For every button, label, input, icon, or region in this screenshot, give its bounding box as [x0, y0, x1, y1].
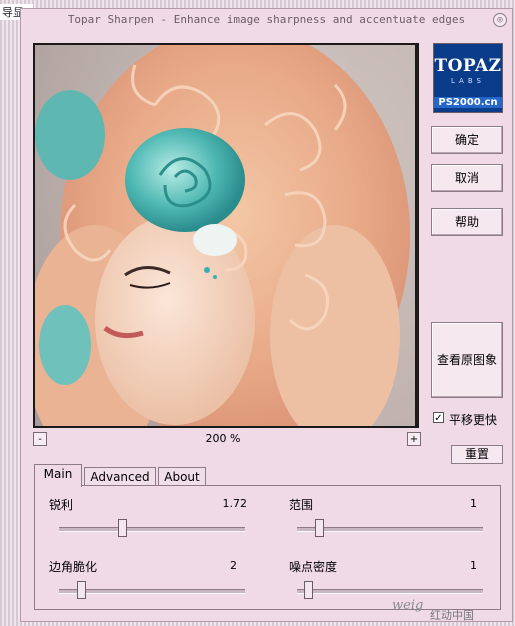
window-title: Topar Sharpen - Enhance image sharpness …: [67, 13, 466, 26]
noise-density-value: 1: [470, 559, 477, 572]
sharpness-slider-thumb[interactable]: [118, 519, 128, 537]
portrait-image-icon: [35, 45, 415, 426]
logo-line2: LABS: [451, 77, 485, 85]
topaz-logo: TOPAZ LABS PS2000.cn: [433, 43, 503, 113]
main-tab-panel: 锐利 1.72 范围 1 边角脆化 2 噪点密度 1: [34, 485, 501, 610]
help-button[interactable]: 帮助: [431, 208, 503, 236]
noise-density-slider-thumb[interactable]: [304, 581, 314, 599]
reset-button[interactable]: 重置: [451, 445, 503, 464]
watermark-text: weig: [392, 598, 424, 613]
edge-brittle-slider[interactable]: [59, 589, 245, 594]
logo-line3: PS2000.cn: [434, 97, 502, 108]
edge-brittle-slider-thumb[interactable]: [77, 581, 87, 599]
logo-line1: TOPAZ: [434, 56, 502, 76]
cancel-button[interactable]: 取消: [431, 164, 503, 192]
title-bar[interactable]: Topar Sharpen - Enhance image sharpness …: [21, 9, 512, 31]
radius-slider[interactable]: [297, 527, 483, 532]
noise-density-label: 噪点密度: [289, 560, 338, 574]
zoom-in-button[interactable]: +: [407, 432, 421, 446]
view-original-button[interactable]: 查看原图象: [431, 322, 503, 398]
radius-label: 范围: [289, 498, 314, 512]
close-button[interactable]: ◎: [493, 13, 507, 27]
ok-button[interactable]: 确定: [431, 126, 503, 154]
tab-main[interactable]: Main: [34, 464, 82, 487]
sharpness-value: 1.72: [222, 497, 248, 510]
plugin-dialog: Topar Sharpen - Enhance image sharpness …: [20, 8, 513, 622]
radius-value: 1: [470, 497, 477, 510]
zoom-level: 200 %: [205, 432, 241, 445]
pan-faster-checkbox[interactable]: ✓: [433, 412, 444, 424]
tab-about[interactable]: About: [158, 467, 206, 486]
sharpness-label: 锐利: [49, 498, 74, 512]
preview-image[interactable]: [33, 43, 419, 428]
edge-brittle-label: 边角脆化: [49, 560, 98, 574]
sharpness-slider[interactable]: [59, 527, 245, 532]
watermark-text-2: 红动中国: [430, 609, 474, 622]
zoom-bar: - 200 % +: [33, 432, 423, 448]
tab-advanced[interactable]: Advanced: [84, 467, 156, 486]
zoom-out-button[interactable]: -: [33, 432, 47, 446]
noise-density-slider[interactable]: [297, 589, 483, 594]
edge-brittle-value: 2: [230, 559, 237, 572]
pan-faster-label: 平移更快: [449, 413, 498, 427]
radius-slider-thumb[interactable]: [315, 519, 325, 537]
